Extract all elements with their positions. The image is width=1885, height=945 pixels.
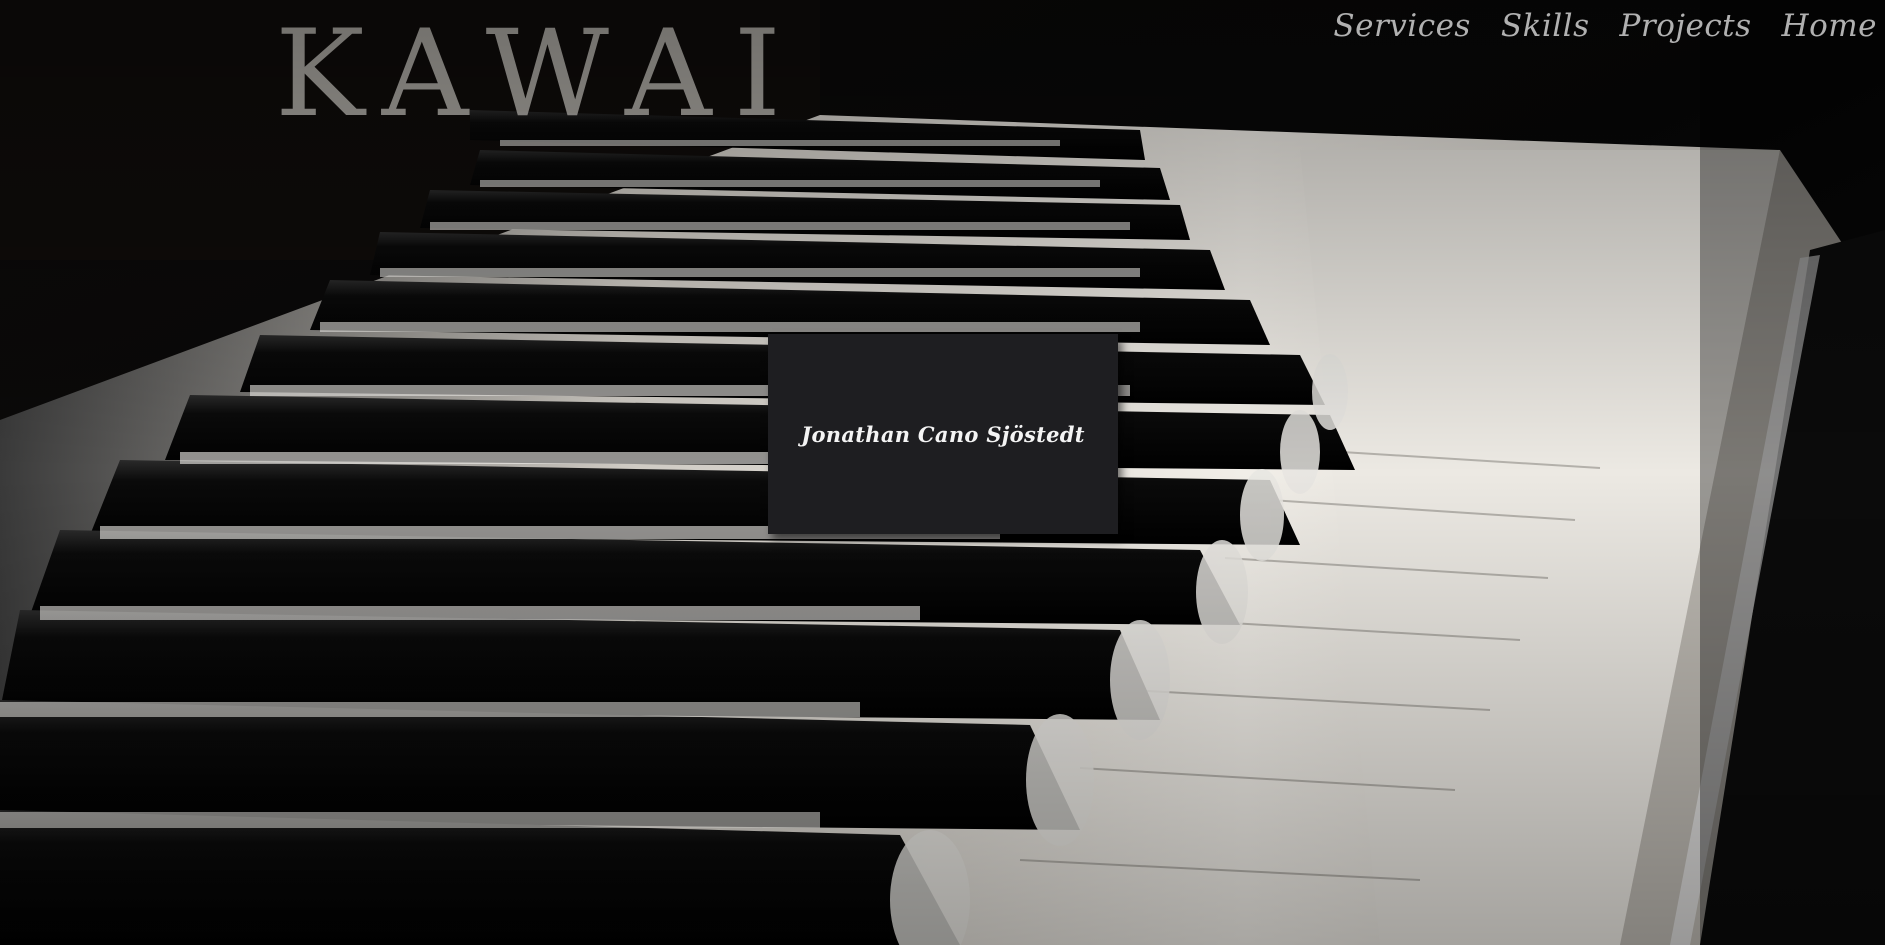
top-navigation: Services Skills Projects Home (1333, 8, 1877, 44)
nav-link-home[interactable]: Home (1782, 8, 1877, 44)
person-name: Jonathan Cano Sjöstedt (801, 421, 1085, 447)
name-card: Jonathan Cano Sjöstedt (768, 334, 1118, 534)
nav-link-projects[interactable]: Projects (1620, 8, 1752, 44)
nav-link-services[interactable]: Services (1333, 8, 1470, 44)
nav-link-skills[interactable]: Skills (1501, 8, 1590, 44)
